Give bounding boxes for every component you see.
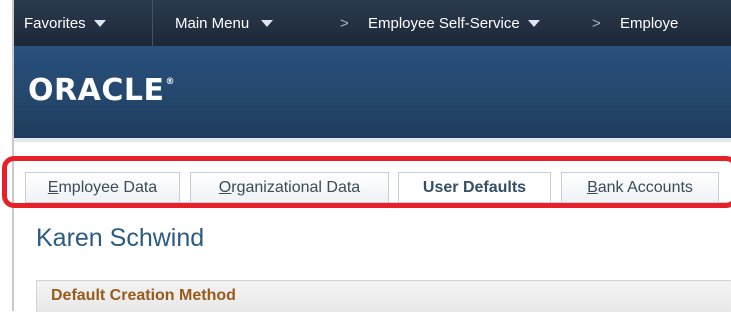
registered-mark-icon: ®	[165, 77, 175, 87]
main-menu[interactable]: Main Menu	[175, 0, 274, 46]
favorites-label: Favorites	[24, 14, 86, 32]
highlight-annotation	[2, 156, 731, 208]
section-header-default-creation-method: Default Creation Method	[36, 280, 731, 312]
chevron-down-icon	[261, 19, 274, 27]
breadcrumb-current-page[interactable]: Employe	[620, 0, 678, 46]
oracle-logo: ORACLE®	[28, 73, 175, 108]
breadcrumb-separator-icon: >	[340, 14, 349, 32]
breadcrumb-label: Employee Self-Service	[368, 14, 520, 32]
breadcrumb-separator-icon: >	[592, 14, 601, 32]
section-title: Default Creation Method	[51, 287, 236, 304]
nav-divider	[152, 0, 153, 46]
chevron-down-icon	[93, 19, 106, 27]
favorites-menu[interactable]: Favorites	[24, 0, 106, 46]
chevron-down-icon	[527, 19, 540, 27]
breadcrumb-current-label: Employe	[620, 14, 679, 32]
branding-bar: ORACLE®	[14, 46, 731, 138]
top-nav-bar: Favorites Main Menu > Employee Self-Serv…	[14, 0, 731, 46]
header-divider	[14, 138, 731, 142]
logo-text: ORACLE	[28, 73, 165, 108]
employee-name: Karen Schwind	[36, 224, 205, 252]
breadcrumb-employee-self-service[interactable]: Employee Self-Service	[368, 0, 540, 46]
main-menu-label: Main Menu	[175, 14, 250, 32]
